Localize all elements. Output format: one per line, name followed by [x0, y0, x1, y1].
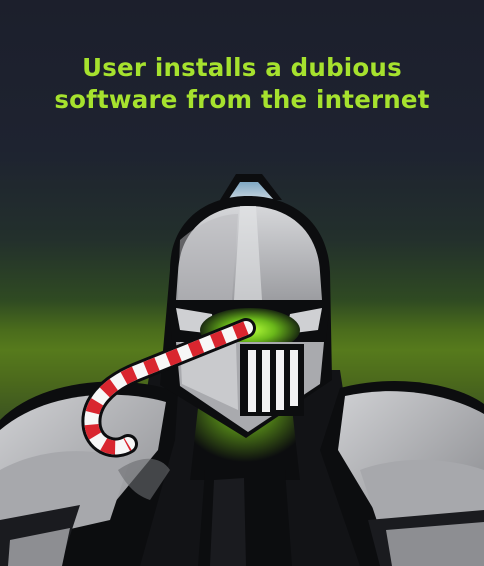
- knight-illustration: [0, 174, 484, 566]
- illustration-scene: User installs a dubious software from th…: [0, 0, 484, 566]
